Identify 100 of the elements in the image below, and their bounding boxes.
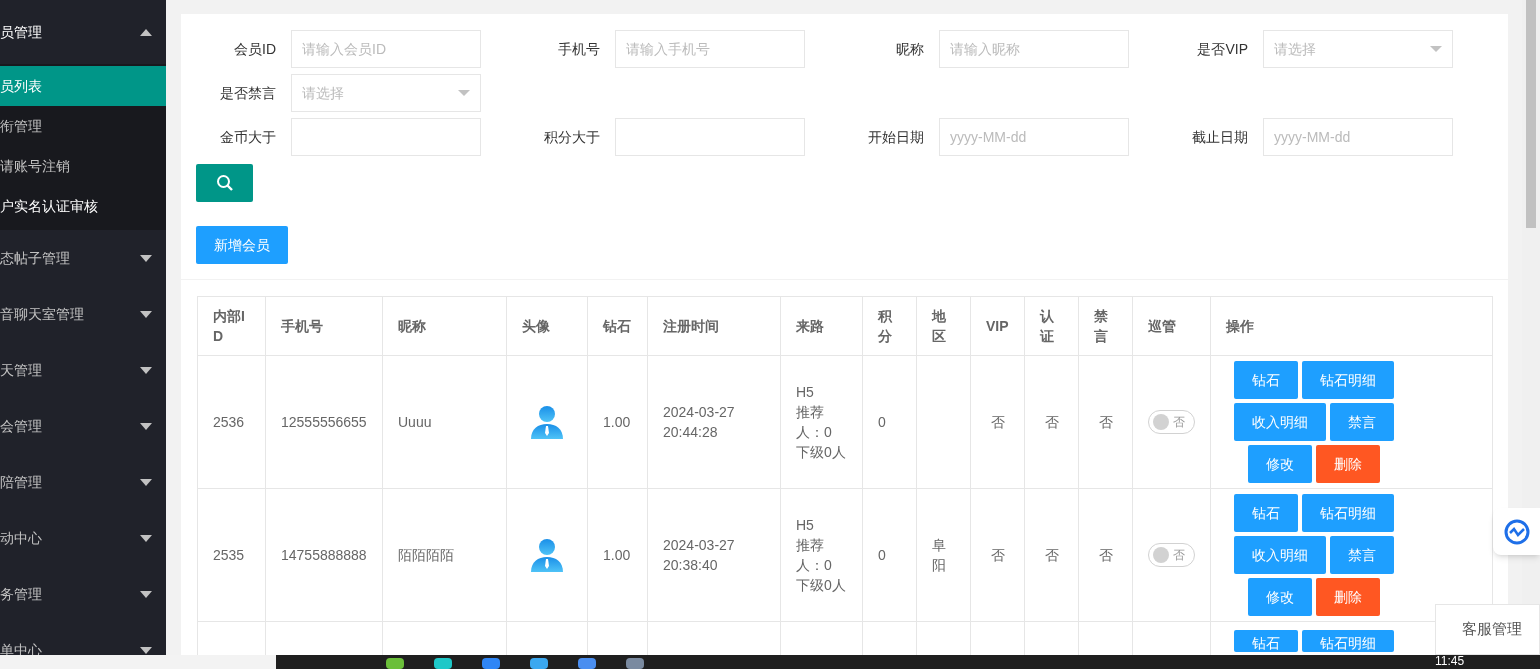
table-cell: 12555556655	[281, 414, 367, 430]
taskbar-app-icon[interactable]	[578, 658, 596, 669]
caret-down-icon	[140, 422, 152, 430]
table-cell: 否	[1044, 547, 1059, 563]
caret-down-icon	[458, 90, 470, 96]
toggle-switch[interactable]: 否	[1148, 410, 1195, 434]
delete-button[interactable]: 删除	[1316, 445, 1380, 483]
action-button[interactable]: 钻石明细	[1302, 494, 1394, 532]
field-label: 手机号	[557, 40, 601, 59]
add-member-button[interactable]: 新增会员	[196, 226, 288, 264]
column-header: 钻石	[603, 318, 631, 334]
action-button[interactable]: 修改	[1248, 445, 1312, 483]
table-cell: 否	[990, 547, 1005, 563]
field-label: 积分大于	[543, 128, 601, 147]
table-cell: 否	[1098, 414, 1113, 430]
table-cell: 阜阳	[932, 537, 946, 573]
input-field[interactable]: yyyy-MM-dd	[1263, 118, 1453, 156]
input-field[interactable]	[291, 118, 481, 156]
table-cell: 否	[1098, 547, 1113, 563]
taskbar-app-icon[interactable]	[530, 658, 548, 669]
taskbar-app-icon[interactable]	[626, 658, 644, 669]
action-button[interactable]: 钻石	[1234, 630, 1298, 652]
input-field[interactable]	[615, 118, 805, 156]
action-button[interactable]: 修改	[1248, 578, 1312, 616]
column-header: 积分	[878, 308, 892, 344]
column-header: 注册时间	[663, 318, 719, 334]
table-cell: 0	[878, 547, 886, 563]
table-cell-text: 2024-03-27 20:44:28	[663, 403, 736, 442]
caret-down-icon	[140, 254, 152, 262]
table-cell: 2536	[213, 414, 245, 430]
caret-up-icon	[140, 28, 152, 36]
submenu-item[interactable]: 衔管理	[0, 106, 166, 146]
search-button[interactable]	[196, 164, 253, 202]
submenu-item[interactable]: 员列表	[0, 66, 166, 106]
toggle-switch[interactable]: 否	[1148, 543, 1195, 567]
caret-down-icon	[1430, 46, 1442, 52]
table-cell: 1.00	[603, 547, 631, 563]
submenu-item[interactable]: 户实名认证审核	[0, 186, 166, 226]
select-field[interactable]: 请选择	[1263, 30, 1453, 68]
table-cell: 否	[1044, 414, 1059, 430]
caret-down-icon	[140, 310, 152, 318]
sidebar-item[interactable]: 天管理	[0, 342, 166, 398]
input-field[interactable]: yyyy-MM-dd	[939, 118, 1129, 156]
caret-down-icon	[140, 478, 152, 486]
action-button[interactable]: 收入明细	[1234, 403, 1326, 441]
field-label: 昵称	[895, 40, 925, 59]
table-cell: 1.00	[603, 414, 631, 430]
table-cell-text: 2024-03-27 20:38:40	[663, 536, 736, 575]
table-cell: Uuuu	[398, 414, 432, 430]
input-field[interactable]: 请输入会员ID	[291, 30, 481, 68]
table-cell: 14755888888	[281, 547, 367, 563]
action-button[interactable]: 钻石	[1234, 494, 1298, 532]
column-header: 头像	[522, 318, 550, 334]
column-header: 地区	[932, 308, 946, 344]
action-button[interactable]: 钻石明细	[1302, 630, 1394, 652]
field-label: 截止日期	[1191, 128, 1249, 147]
caret-down-icon	[140, 590, 152, 598]
field-label: 会员ID	[233, 40, 277, 59]
floating-assistant-button[interactable]	[1493, 508, 1540, 555]
input-field[interactable]: 请输入手机号	[615, 30, 805, 68]
sidebar-item[interactable]: 态帖子管理	[0, 230, 166, 286]
action-button[interactable]: 钻石	[1234, 361, 1298, 399]
search-icon	[215, 174, 234, 192]
taskbar-app-icon[interactable]	[386, 658, 404, 669]
sidebar-item[interactable]: 音聊天室管理	[0, 286, 166, 342]
submenu-item[interactable]: 请账号注销	[0, 146, 166, 186]
action-button[interactable]: 钻石明细	[1302, 361, 1394, 399]
delete-button[interactable]: 删除	[1316, 578, 1380, 616]
wave-logo-icon	[1503, 518, 1530, 545]
sidebar-item[interactable]: 陪管理	[0, 454, 166, 510]
table-cell: 否	[990, 414, 1005, 430]
column-header: 来路	[796, 318, 824, 334]
column-header: 巡管	[1148, 318, 1176, 334]
column-header: 昵称	[398, 318, 426, 334]
column-header: 手机号	[281, 318, 323, 334]
select-field[interactable]: 请选择	[291, 74, 481, 112]
action-button[interactable]: 收入明细	[1234, 536, 1326, 574]
caret-down-icon	[140, 366, 152, 374]
field-label: 开始日期	[867, 128, 925, 147]
field-label: 是否禁言	[219, 84, 277, 103]
field-label: 金币大于	[219, 128, 277, 147]
sidebar-item[interactable]: 会管理	[0, 398, 166, 454]
field-label: 是否VIP	[1196, 40, 1249, 59]
table-cell-text: H5 推荐 人：0 下级0人	[796, 383, 847, 462]
taskbar-app-icon[interactable]	[434, 658, 452, 669]
sidebar-item[interactable]: 务管理	[0, 566, 166, 622]
table-cell: 0	[878, 414, 886, 430]
table-cell: 2535	[213, 547, 245, 563]
column-header: VIP	[986, 318, 1009, 334]
service-popup[interactable]: 客服管理	[1435, 604, 1540, 655]
action-button[interactable]: 禁言	[1330, 403, 1394, 441]
sidebar-item[interactable]: 员管理	[0, 0, 166, 64]
column-header: 禁言	[1094, 308, 1108, 344]
taskbar-clock: 11:45	[1435, 653, 1465, 669]
caret-down-icon	[140, 534, 152, 542]
taskbar-app-icon[interactable]	[482, 658, 500, 669]
table-cell-text: H5 推荐 人：0 下级0人	[796, 516, 847, 595]
input-field[interactable]: 请输入昵称	[939, 30, 1129, 68]
action-button[interactable]: 禁言	[1330, 536, 1394, 574]
sidebar-item[interactable]: 动中心	[0, 510, 166, 566]
